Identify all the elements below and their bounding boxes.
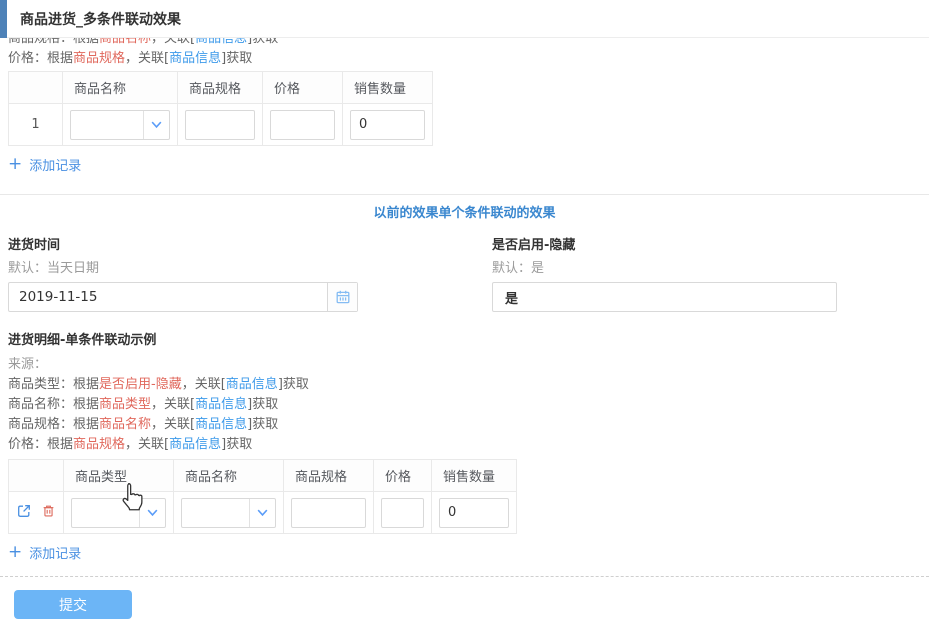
table-row: 1 (9, 104, 433, 146)
date-input[interactable] (9, 283, 327, 311)
col-header-index (9, 72, 63, 104)
rule-linked-form: 商品信息 (226, 377, 278, 392)
rule-line: 价格：根据商品规格，关联[商品信息]获取 (8, 435, 929, 455)
titlebar: 商品进货_多条件联动效果 (0, 0, 929, 38)
calendar-icon[interactable] (327, 283, 357, 311)
product-name-select[interactable] (70, 110, 170, 140)
open-detail-icon[interactable] (16, 503, 32, 523)
rule-prefix: 商品类型：根据 (8, 377, 99, 392)
rule-prefix: 价格：根据 (8, 51, 73, 66)
rule-line: 价格：根据商品规格，关联[商品信息]获取 (8, 49, 921, 69)
product-spec-input[interactable] (291, 498, 366, 528)
submit-button[interactable]: 提交 (14, 590, 132, 619)
add-record-label: 添加记录 (29, 543, 81, 562)
rule-suffix: ]获取 (221, 437, 252, 452)
col-header-quantity: 销售数量 (432, 460, 517, 492)
add-record-button[interactable]: + 添加记录 (8, 155, 81, 174)
table-header-row: 商品名称 商品规格 价格 销售数量 (9, 72, 433, 104)
section-divider (0, 194, 929, 195)
rule-mid: ，关联[ (151, 417, 195, 432)
rule-mid: ，关联[ (125, 437, 169, 452)
rule-prefix: 商品规格：根据 (8, 417, 99, 432)
price-input[interactable] (381, 498, 424, 528)
section-banner: 以前的效果单个条件联动的效果 (0, 202, 929, 221)
rule-source-field: 是否启用-隐藏 (99, 377, 182, 392)
rule-mid: ，关联[ (182, 377, 226, 392)
rule-suffix: ]获取 (247, 417, 278, 432)
chevron-down-icon (143, 111, 169, 139)
table-row (9, 492, 517, 534)
enable-hide-hint: 默认：是 (492, 261, 929, 277)
price-input[interactable] (270, 110, 335, 140)
product-type-select[interactable] (71, 498, 166, 528)
col-header-product-name: 商品名称 (174, 460, 284, 492)
enable-hide-label: 是否启用-隐藏 (492, 237, 929, 254)
rule-prefix: 价格：根据 (8, 437, 73, 452)
col-header-price: 价格 (263, 72, 343, 104)
rule-mid: ，关联[ (125, 51, 169, 66)
rule-source-field: 商品类型 (99, 397, 151, 412)
rule-line: 商品类型：根据是否启用-隐藏，关联[商品信息]获取 (8, 375, 929, 395)
rule-linked-form: 商品信息 (169, 51, 221, 66)
purchase-time-hint: 默认：当天日期 (8, 261, 492, 277)
rule-linked-form: 商品信息 (195, 397, 247, 412)
col-header-product-spec: 商品规格 (284, 460, 374, 492)
table-header-row: 商品类型 商品名称 商品规格 价格 销售数量 (9, 460, 517, 492)
col-header-price: 价格 (374, 460, 432, 492)
col-header-actions (9, 460, 64, 492)
quantity-input[interactable] (350, 110, 425, 140)
chevron-down-icon (139, 499, 165, 527)
col-header-product-name: 商品名称 (63, 72, 178, 104)
plus-icon: + (8, 545, 22, 560)
footer-divider (0, 576, 929, 577)
plus-icon: + (8, 157, 22, 172)
rule-linked-form: 商品信息 (169, 437, 221, 452)
single-section-title: 进货明细-单条件联动示例 (8, 332, 929, 349)
rule-suffix: ]获取 (221, 51, 252, 66)
rule-source-field: 商品名称 (99, 417, 151, 432)
enable-hide-input[interactable] (492, 282, 837, 312)
row-index: 1 (9, 104, 63, 146)
product-spec-input[interactable] (185, 110, 255, 140)
col-header-product-type: 商品类型 (64, 460, 174, 492)
delete-row-icon[interactable] (41, 503, 56, 523)
quantity-input[interactable] (439, 498, 509, 528)
purchase-time-field[interactable] (8, 282, 358, 312)
title-accent-strip (0, 0, 7, 38)
purchase-detail-single-table: 商品类型 商品名称 商品规格 价格 销售数量 (8, 459, 517, 534)
rule-source-field: 商品规格 (73, 437, 125, 452)
purchase-time-label: 进货时间 (8, 237, 492, 254)
add-record-button[interactable]: + 添加记录 (8, 543, 81, 562)
rule-source-field: 商品规格 (73, 51, 125, 66)
col-header-quantity: 销售数量 (343, 72, 433, 104)
source-label: 来源： (8, 357, 929, 373)
rule-mid: ，关联[ (151, 397, 195, 412)
purchase-detail-table: 商品名称 商品规格 价格 销售数量 1 (8, 71, 433, 146)
product-name-select[interactable] (181, 498, 276, 528)
rule-line: 商品名称：根据商品类型，关联[商品信息]获取 (8, 395, 929, 415)
rule-suffix: ]获取 (247, 397, 278, 412)
rule-prefix: 商品名称：根据 (8, 397, 99, 412)
rule-line: 商品规格：根据商品名称，关联[商品信息]获取 (8, 415, 929, 435)
page-title: 商品进货_多条件联动效果 (20, 9, 181, 29)
col-header-product-spec: 商品规格 (178, 72, 263, 104)
rule-suffix: ]获取 (278, 377, 309, 392)
chevron-down-icon (249, 499, 275, 527)
rule-linked-form: 商品信息 (195, 417, 247, 432)
add-record-label: 添加记录 (29, 155, 81, 174)
